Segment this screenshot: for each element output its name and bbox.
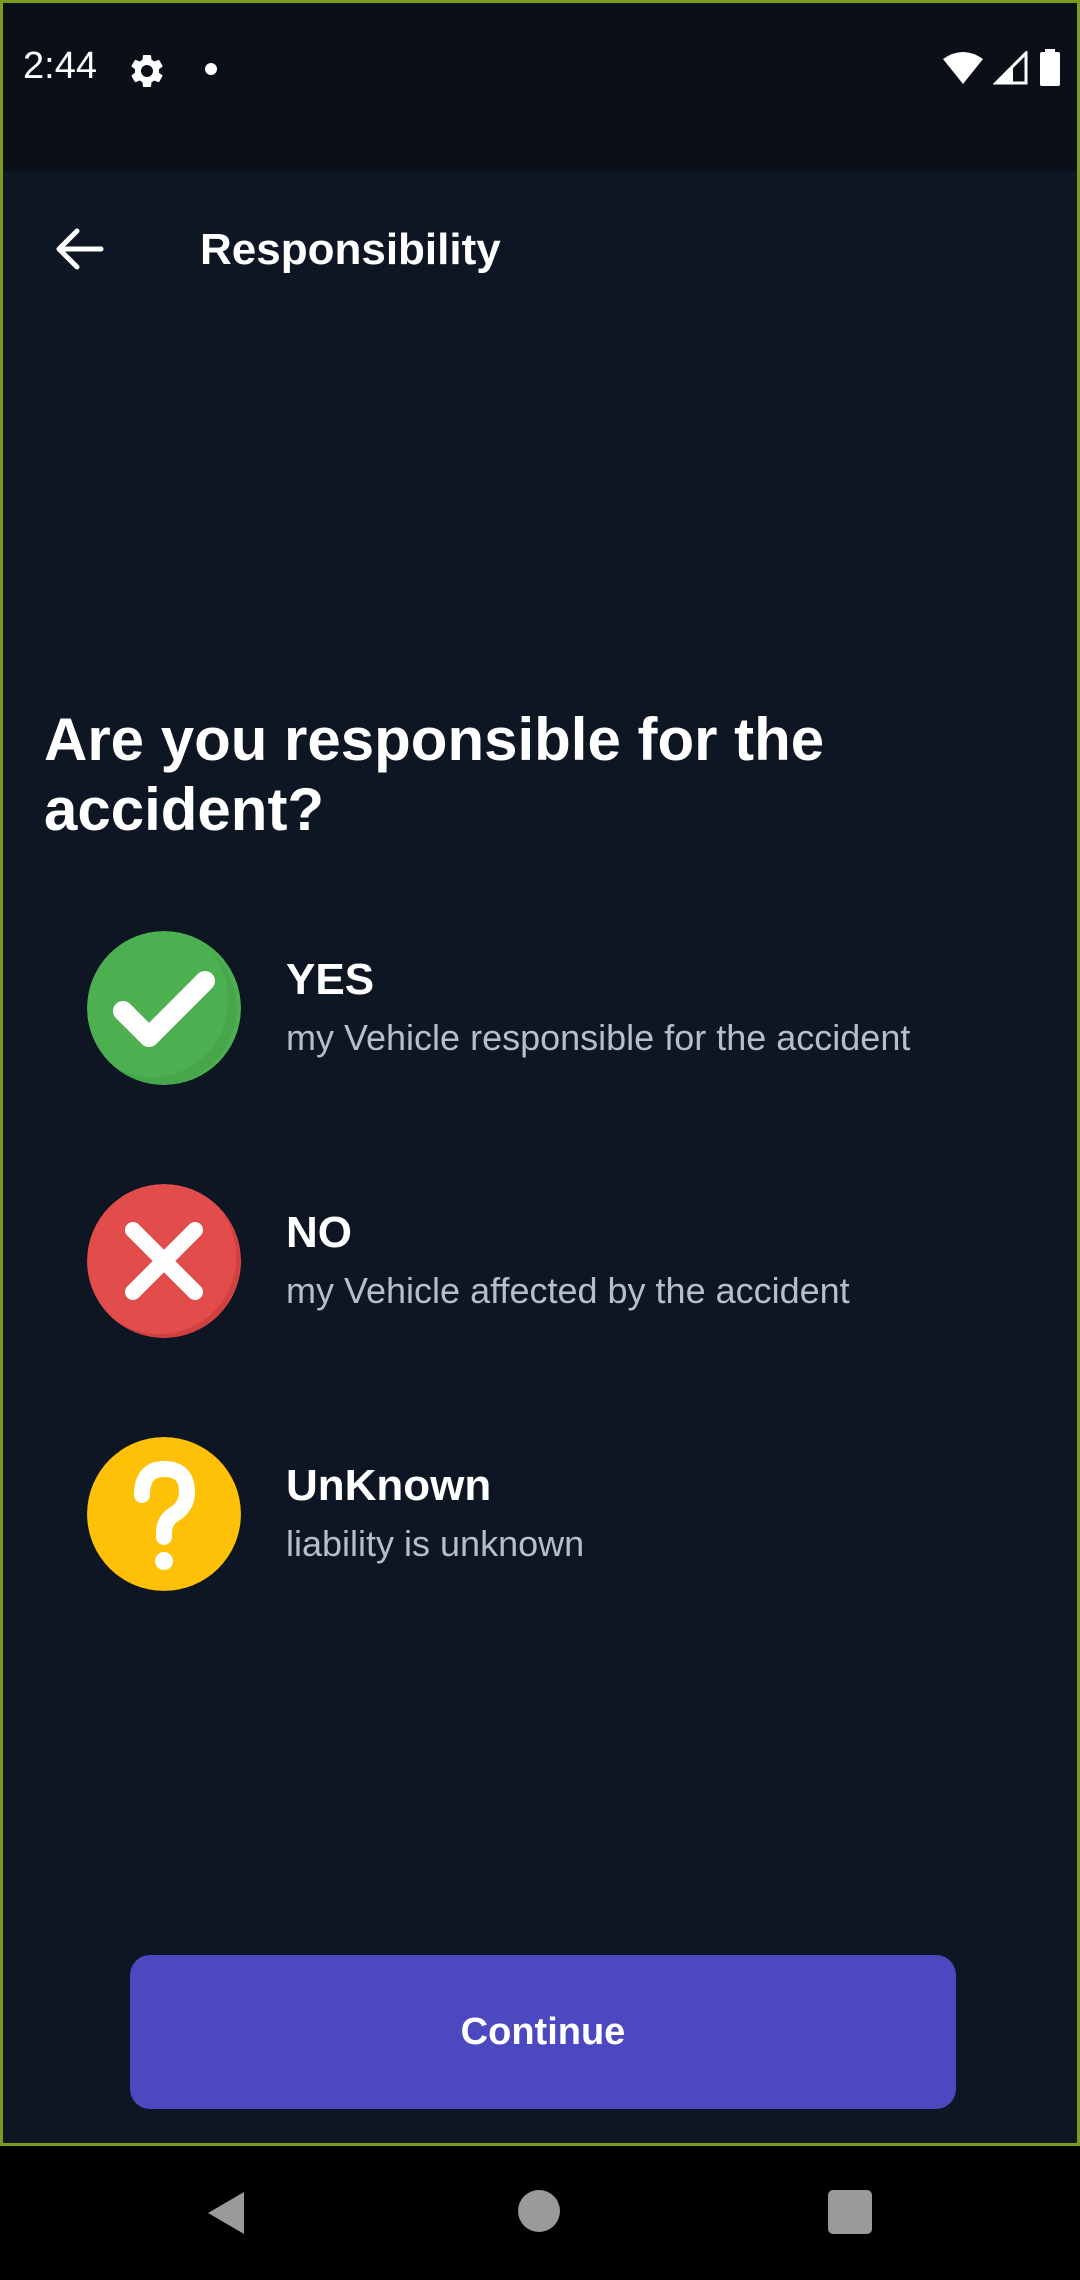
toolbar: Responsibility bbox=[3, 171, 1077, 331]
question-heading: Are you responsible for the accident? bbox=[44, 706, 825, 843]
arrow-left-icon bbox=[56, 228, 104, 270]
option-yes-title: YES bbox=[286, 955, 375, 1004]
navigation-bar bbox=[0, 2146, 1080, 2280]
check-icon bbox=[87, 931, 241, 1085]
notification-dot-icon bbox=[205, 63, 217, 75]
option-no[interactable]: NO my Vehicle affected by the accident bbox=[87, 1184, 1027, 1340]
option-yes[interactable]: YES my Vehicle responsible for the accid… bbox=[87, 931, 1027, 1087]
page-title: Responsibility bbox=[200, 225, 501, 274]
wifi-icon bbox=[943, 52, 983, 84]
gear-icon bbox=[131, 54, 163, 87]
option-no-title: NO bbox=[286, 1208, 352, 1257]
nav-back-icon[interactable] bbox=[204, 2188, 248, 2238]
battery-icon bbox=[1040, 49, 1060, 86]
app-window: 2:44 Responsibility Are you responsible … bbox=[0, 0, 1080, 2146]
screen: 2:44 Responsibility Are you responsible … bbox=[0, 0, 1080, 2280]
close-icon bbox=[87, 1184, 241, 1338]
nav-home-icon[interactable] bbox=[518, 2190, 560, 2232]
back-button[interactable] bbox=[35, 205, 123, 293]
nav-recents-icon[interactable] bbox=[828, 2190, 872, 2234]
continue-button[interactable]: Continue bbox=[130, 1955, 956, 2109]
option-yes-subtitle: my Vehicle responsible for the accident bbox=[286, 1017, 911, 1058]
option-unknown-subtitle: liability is unknown bbox=[286, 1523, 585, 1564]
option-no-subtitle: my Vehicle affected by the accident bbox=[286, 1270, 850, 1311]
status-icons bbox=[943, 49, 1061, 87]
option-unknown-title: UnKnown bbox=[286, 1461, 492, 1510]
status-time: 2:44 bbox=[23, 45, 97, 87]
signal-icon bbox=[993, 51, 1028, 85]
option-unknown[interactable]: UnKnown liability is unknown bbox=[87, 1437, 1027, 1593]
question-icon bbox=[87, 1437, 241, 1591]
status-bar: 2:44 bbox=[3, 3, 1077, 171]
